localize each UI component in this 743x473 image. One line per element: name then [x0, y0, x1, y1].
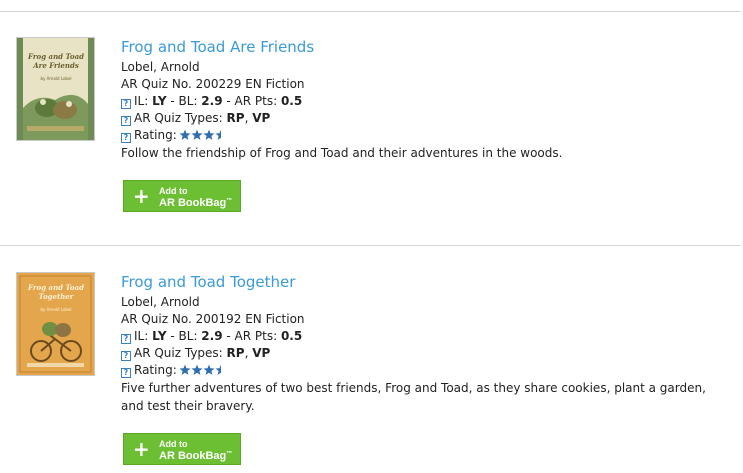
quiz-number: AR Quiz No. 200229 EN Fiction	[121, 77, 305, 91]
level-info: ? IL: LY - BL: 2.9 - AR Pts: 0.5	[121, 93, 736, 110]
book-description: Follow the friendship of Frog and Toad a…	[121, 146, 563, 160]
star-icon	[215, 364, 221, 375]
plus-icon: +	[133, 437, 150, 461]
book-info: Frog and Toad Together Lobel, Arnold AR …	[121, 272, 736, 415]
book-title-link[interactable]: Frog and Toad Are Friends	[121, 37, 736, 57]
star-icon	[203, 364, 215, 375]
book-description: Five further adventures of two best frie…	[121, 381, 706, 413]
star-icon	[179, 129, 191, 140]
book-level: 2.9	[201, 94, 223, 108]
star-icon	[191, 129, 203, 140]
book-level: 2.9	[201, 329, 223, 343]
cover-title-text: Frog and Toad Are Friends	[28, 52, 84, 70]
level-info: ? IL: LY - BL: 2.9 - AR Pts: 0.5	[121, 328, 736, 345]
cover-title-text: Frog and Toad Together	[28, 283, 84, 301]
add-to-bookbag-button[interactable]: + Add to AR BookBag™	[123, 433, 241, 465]
quiz-types: ? AR Quiz Types: RP, VP	[121, 110, 736, 127]
question-mark-box-icon[interactable]: ?	[121, 368, 131, 378]
star-icon	[215, 129, 221, 140]
button-line-2: AR BookBag™	[159, 450, 233, 462]
author-name: Lobel, Arnold	[121, 60, 200, 74]
question-mark-box-icon[interactable]: ?	[121, 116, 131, 126]
book-info: Frog and Toad Are Friends Lobel, Arnold …	[121, 37, 736, 162]
rating-row: ? Rating:	[121, 127, 736, 144]
interest-level: LY	[152, 94, 167, 108]
book-cover-image[interactable]: Frog and Toad Together by Arnold Lobel	[16, 272, 95, 376]
question-mark-box-icon[interactable]: ?	[121, 133, 131, 143]
question-mark-box-icon[interactable]: ?	[121, 351, 131, 361]
author-name: Lobel, Arnold	[121, 295, 200, 309]
top-divider	[0, 11, 741, 12]
book-cover-image[interactable]: Frog and Toad Are Friends by Arnold Lobe…	[16, 37, 95, 141]
cover-author-text: by Arnold Lobel	[40, 76, 72, 81]
star-icon	[203, 129, 215, 140]
plus-icon: +	[133, 184, 150, 208]
button-line-2: AR BookBag™	[159, 197, 233, 209]
quiz-types: ? AR Quiz Types: RP, VP	[121, 345, 736, 362]
ar-points: 0.5	[280, 94, 303, 108]
question-mark-box-icon[interactable]: ?	[121, 99, 131, 109]
result-divider	[0, 245, 741, 246]
interest-level: LY	[152, 329, 167, 343]
quiz-number: AR Quiz No. 200192 EN Fiction	[121, 312, 305, 326]
cover-author-text: by Arnold Lobel	[40, 307, 72, 312]
rating-row: ? Rating:	[121, 362, 736, 379]
question-mark-box-icon[interactable]: ?	[121, 334, 131, 344]
ar-points: 0.5	[280, 329, 303, 343]
add-to-bookbag-button[interactable]: + Add to AR BookBag™	[123, 180, 241, 212]
star-icon	[191, 364, 203, 375]
star-icon	[179, 364, 191, 375]
book-title-link[interactable]: Frog and Toad Together	[121, 272, 736, 292]
